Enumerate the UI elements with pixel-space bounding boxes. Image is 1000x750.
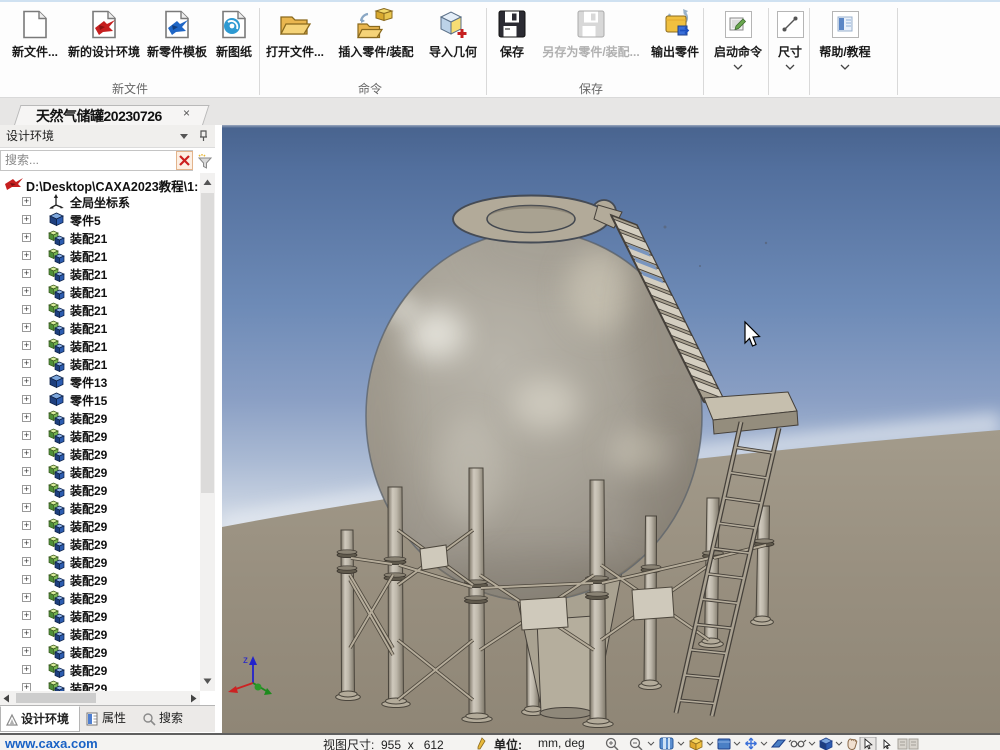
svg-text:z: z [243,655,248,666]
